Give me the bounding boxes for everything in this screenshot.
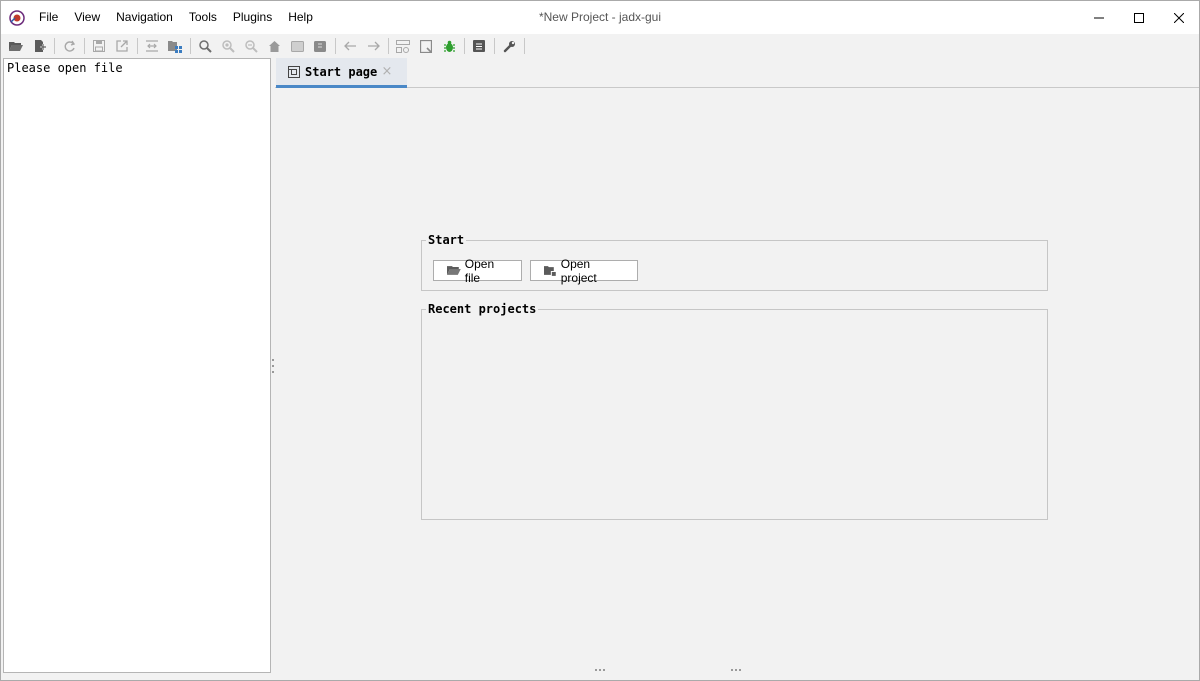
toolbar-separator xyxy=(335,38,336,54)
class-search-button[interactable] xyxy=(217,35,239,57)
save-button[interactable] xyxy=(88,35,110,57)
open-file-label: Open file xyxy=(464,256,495,285)
debug-bug-icon xyxy=(443,40,455,52)
close-button[interactable] xyxy=(1159,1,1199,34)
grip-dot xyxy=(735,669,737,671)
grip-dot xyxy=(272,365,274,367)
debug-button[interactable] xyxy=(438,35,460,57)
maximize-icon xyxy=(1134,12,1144,23)
home-button[interactable] xyxy=(263,35,285,57)
bookmark-icon xyxy=(314,40,326,52)
usage-search-button[interactable] xyxy=(240,35,262,57)
grip-dot xyxy=(272,359,274,361)
app-window: File View Navigation Tools Plugins Help … xyxy=(0,0,1200,681)
log-viewer-button[interactable] xyxy=(468,35,490,57)
toolbar-separator xyxy=(84,38,85,54)
comments-icon xyxy=(290,40,304,52)
search-class-icon xyxy=(221,39,235,53)
save-icon xyxy=(93,40,105,52)
menu-navigation[interactable]: Navigation xyxy=(108,1,181,34)
reload-icon xyxy=(64,40,75,52)
bookmark-button[interactable] xyxy=(309,35,331,57)
open-folder-icon xyxy=(447,266,461,275)
open-file-button[interactable] xyxy=(5,35,27,57)
toolbar-separator xyxy=(190,38,191,54)
sync-tree-icon xyxy=(146,40,158,52)
open-project-label: Open project xyxy=(560,256,597,285)
toolbar-separator xyxy=(464,38,465,54)
toolbar-separator xyxy=(54,38,55,54)
open-project-icon xyxy=(544,265,557,277)
menu-tools[interactable]: Tools xyxy=(181,1,225,34)
toolbar-separator xyxy=(388,38,389,54)
start-page-icon xyxy=(288,65,300,78)
deobfuscation-button[interactable] xyxy=(392,35,414,57)
maximize-button[interactable] xyxy=(1119,1,1159,34)
minimize-button[interactable] xyxy=(1079,1,1119,34)
toolbar-separator xyxy=(524,38,525,54)
text-search-button[interactable] xyxy=(194,35,216,57)
minimize-icon xyxy=(1094,17,1104,18)
tab-label: Start page xyxy=(305,64,378,79)
quark-button[interactable] xyxy=(415,35,437,57)
jadx-app-icon xyxy=(9,10,25,26)
export-icon xyxy=(116,40,128,52)
recent-projects-title: Recent projects xyxy=(426,300,539,318)
start-group-title: Start xyxy=(426,231,467,249)
preferences-wrench-icon xyxy=(503,40,515,52)
grip-dot xyxy=(599,669,601,671)
deobfuscation-icon xyxy=(396,39,410,53)
grip-dot xyxy=(603,669,605,671)
menu-bar: File View Navigation Tools Plugins Help xyxy=(31,1,321,34)
grip-dot xyxy=(272,371,274,373)
grip-dot xyxy=(595,669,597,671)
recent-projects-list xyxy=(422,320,1047,519)
quark-icon xyxy=(420,39,432,53)
menu-file[interactable]: File xyxy=(31,1,66,34)
home-icon xyxy=(268,40,280,52)
back-arrow-icon xyxy=(343,41,356,51)
close-icon xyxy=(1174,12,1184,23)
grip-dot xyxy=(731,669,733,671)
flatten-packages-button[interactable] xyxy=(164,35,186,57)
open-folder-icon xyxy=(9,42,23,51)
preferences-button[interactable] xyxy=(498,35,520,57)
menu-view[interactable]: View xyxy=(66,1,108,34)
project-tree-panel[interactable]: Please open file xyxy=(3,58,271,673)
forward-button[interactable] xyxy=(362,35,384,57)
editor-tab-bar: Start page × xyxy=(275,58,1199,88)
search-usage-icon xyxy=(244,39,258,53)
tree-placeholder-text: Please open file xyxy=(7,61,123,75)
toolbar-separator xyxy=(137,38,138,54)
bottom-splitter-handle[interactable] xyxy=(595,669,605,671)
menu-plugins[interactable]: Plugins xyxy=(225,1,280,34)
log-viewer-icon xyxy=(473,40,485,52)
bottom-splitter-handle[interactable] xyxy=(731,669,741,671)
grip-dot xyxy=(739,669,741,671)
search-icon xyxy=(198,39,212,53)
tab-start-page[interactable]: Start page × xyxy=(276,58,407,88)
add-files-button[interactable] xyxy=(28,35,50,57)
toolbar-separator xyxy=(494,38,495,54)
sync-tree-button[interactable] xyxy=(141,35,163,57)
open-file-button[interactable]: Open file xyxy=(433,257,522,285)
splitter-handle[interactable] xyxy=(271,359,275,373)
reload-button[interactable] xyxy=(58,35,80,57)
comments-button[interactable] xyxy=(286,35,308,57)
main-toolbar xyxy=(1,34,1199,58)
title-bar: File View Navigation Tools Plugins Help … xyxy=(1,1,1199,34)
recent-projects-group: Recent projects xyxy=(421,300,1048,520)
open-project-button[interactable]: Open project xyxy=(530,257,638,285)
start-group: Start Open file Open project xyxy=(421,231,1048,291)
close-tab-icon[interactable]: × xyxy=(381,65,393,79)
flatten-packages-icon xyxy=(168,40,182,53)
add-files-icon xyxy=(35,40,46,52)
back-button[interactable] xyxy=(339,35,361,57)
export-button[interactable] xyxy=(111,35,133,57)
window-controls xyxy=(1079,1,1199,34)
menu-help[interactable]: Help xyxy=(280,1,321,34)
forward-arrow-icon xyxy=(367,41,380,51)
